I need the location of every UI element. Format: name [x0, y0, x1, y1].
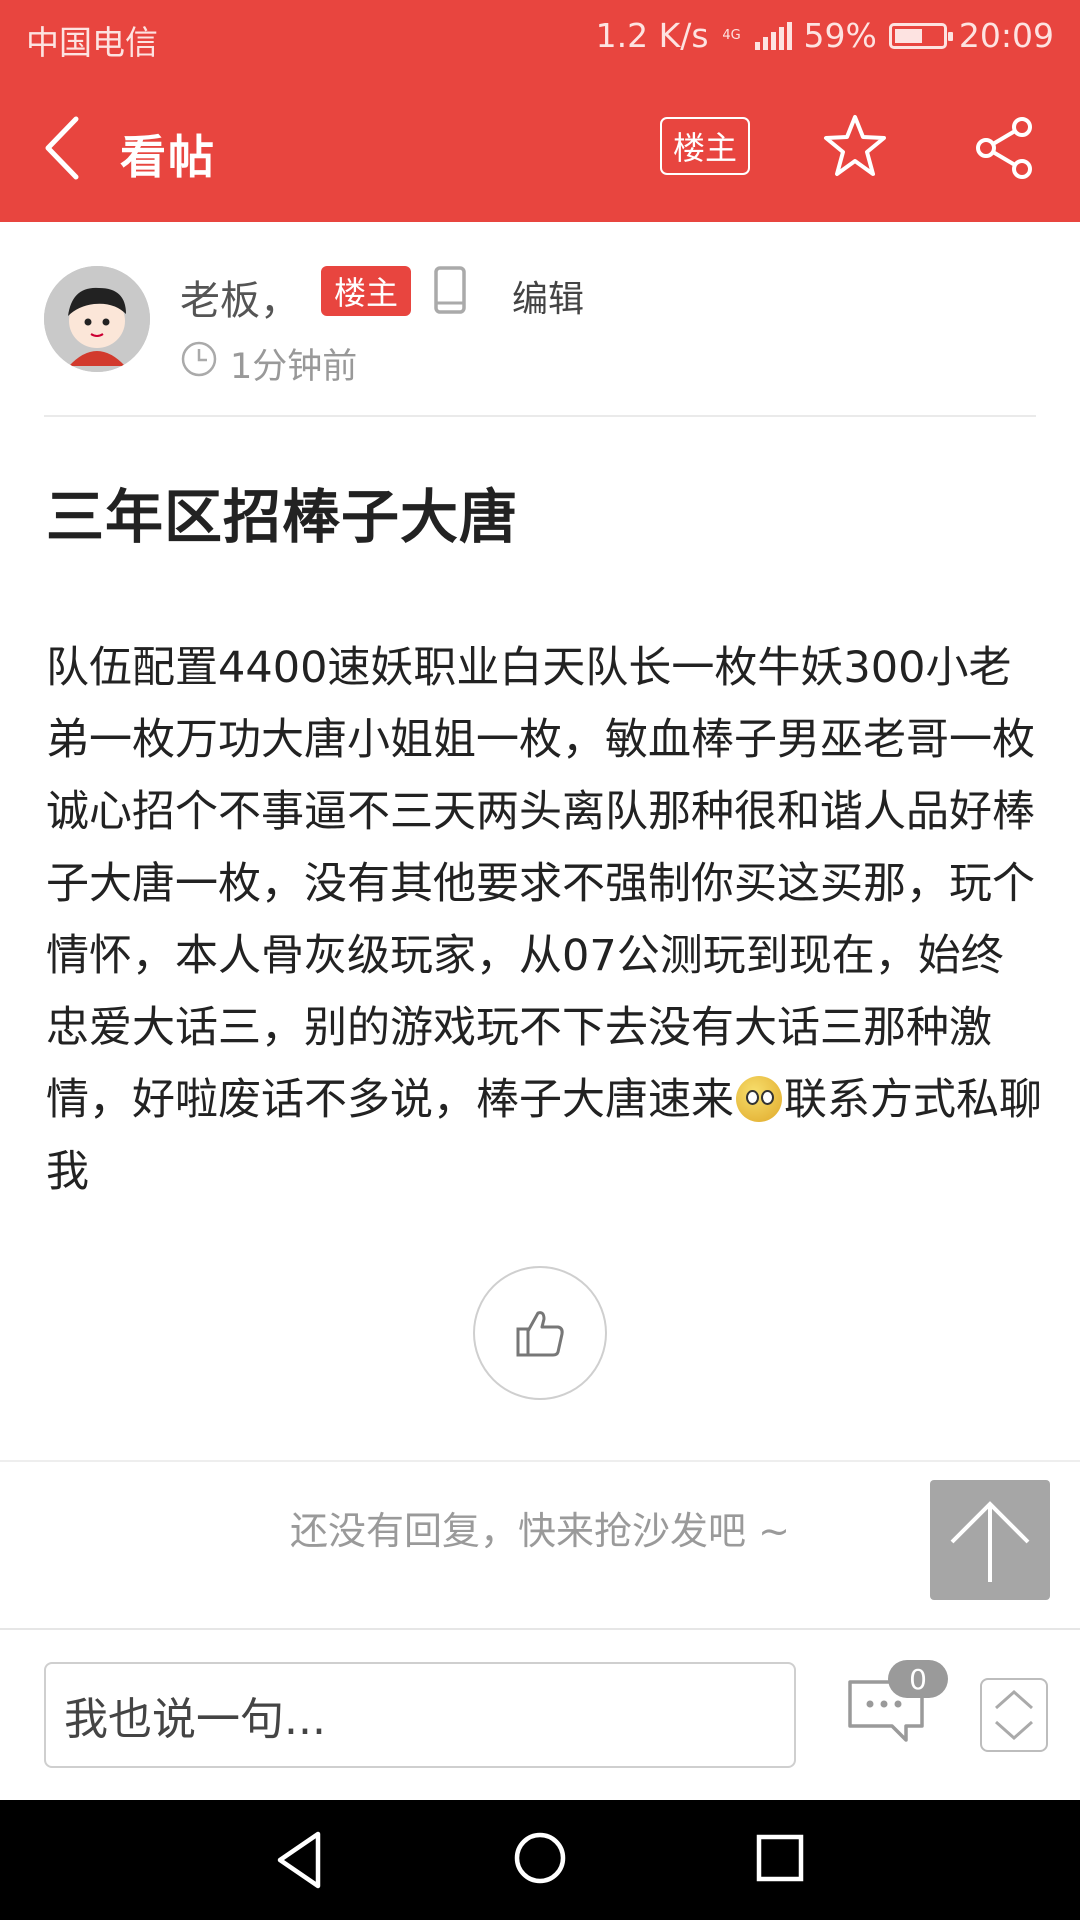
system-nav-bar: [0, 1800, 1080, 1920]
post-title: 三年区招棒子大唐: [46, 483, 519, 551]
status-right: 1.2 K/s 4G 59% 20:09: [596, 16, 1054, 55]
page-title: 看帖: [120, 130, 216, 184]
divider: [0, 1460, 1080, 1462]
back-icon[interactable]: [38, 113, 88, 183]
clock-icon: [181, 341, 217, 377]
edit-link[interactable]: 编辑: [512, 270, 584, 322]
carrier-label: 中国电信: [26, 23, 158, 62]
scroll-to-top-button[interactable]: [930, 1480, 1050, 1600]
chevron-up-down-icon: [995, 1689, 1033, 1741]
avatar[interactable]: [44, 266, 150, 372]
nav-home-icon[interactable]: [512, 1830, 568, 1886]
signal-icon: [754, 21, 792, 50]
author-name[interactable]: 老板，: [180, 268, 300, 326]
clock: 20:09: [958, 16, 1054, 55]
battery-icon: [888, 22, 953, 49]
post-body: 队伍配置4400速妖职业白天队长一枚牛妖300小老弟一枚万功大唐小姐姐一枚，敏血…: [46, 632, 1046, 1208]
battery-fill: [894, 28, 922, 43]
battery-percent: 59%: [803, 16, 877, 55]
post-time: 1分钟前: [230, 347, 358, 387]
owner-only-button[interactable]: 楼主: [660, 117, 750, 175]
reply-input[interactable]: 我也说一句...: [44, 1662, 796, 1768]
page-toggle-button[interactable]: [980, 1678, 1048, 1752]
post-body-text: 队伍配置4400速妖职业白天队长一枚牛妖300小老弟一枚万功大唐小姐姐一枚，敏血…: [46, 643, 1035, 1125]
nav-back-icon[interactable]: [270, 1828, 330, 1892]
divider: [44, 415, 1036, 417]
nav-recent-icon[interactable]: [755, 1833, 805, 1883]
eyes-emoji-icon: [736, 1076, 782, 1122]
app-header-area: 中国电信 1.2 K/s 4G 59% 20:09 看帖 楼主: [0, 0, 1080, 222]
owner-badge: 楼主: [321, 266, 411, 316]
thumbs-up-icon: [516, 1311, 564, 1357]
star-icon[interactable]: [822, 113, 888, 179]
share-icon[interactable]: [972, 115, 1038, 181]
arrow-up-icon: [950, 1501, 1030, 1582]
network-speed: 1.2 K/s: [595, 16, 709, 55]
like-button[interactable]: [473, 1266, 607, 1400]
phone-icon: [434, 266, 466, 314]
avatar-image: [44, 266, 150, 372]
nav-header: 看帖 楼主: [0, 75, 1080, 222]
empty-replies-text: 还没有回复，快来抢沙发吧 ~: [290, 1509, 790, 1553]
comment-count-badge: 0: [888, 1660, 948, 1698]
network-type: 4G: [722, 28, 741, 43]
status-bar: 中国电信 1.2 K/s 4G 59% 20:09: [0, 0, 1080, 75]
